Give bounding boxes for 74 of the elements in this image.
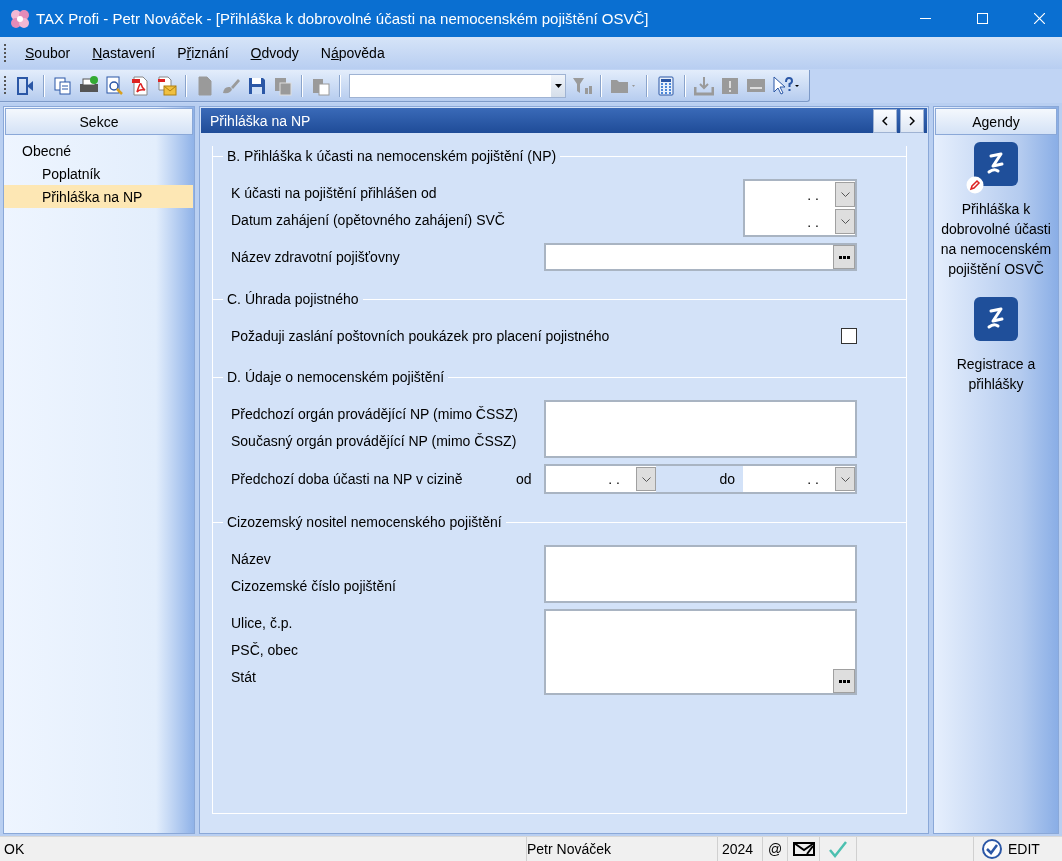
checkbox[interactable] <box>841 328 857 344</box>
menu-item[interactable]: Soubor <box>14 42 82 64</box>
window-title: TAX Profi - Petr Nováček - [Přihláška k dobrovolné účasti na nemocenském pojištění OSVČ] <box>36 10 650 27</box>
ellipsis-icon <box>838 255 850 259</box>
pdf-icon <box>131 75 151 96</box>
stacked-pages-icon <box>273 75 293 96</box>
field-label: Požaduji zaslání poštovních poukázek pro placení pojistného <box>231 326 610 346</box>
tree-item[interactable]: Obecné <box>4 139 193 162</box>
pencil-badge-icon <box>966 176 984 194</box>
section-title: Cizozemský nositel nemocenského pojištění <box>226 514 503 530</box>
previous-button[interactable] <box>873 108 897 133</box>
tree-item[interactable]: Přihláška na NP <box>4 185 193 208</box>
field-label: Ulice, č.p. <box>231 613 294 633</box>
maximize-icon <box>976 13 988 24</box>
filter-icon <box>572 75 592 96</box>
agenda-item[interactable]: Registrace a přihlášky <box>937 297 1055 394</box>
section-title: D. Údaje o nemocenském pojištění <box>226 369 446 385</box>
browse-button[interactable] <box>833 669 855 693</box>
calculator-icon <box>656 75 676 96</box>
field-label: od <box>516 471 533 487</box>
check-icon <box>828 840 848 858</box>
caret-icon <box>554 83 562 88</box>
panel-header: Agendy <box>935 108 1057 135</box>
chevron-down-icon <box>840 219 850 224</box>
agenda-item[interactable]: Přihláška k dobrovolné účasti na nemocenském pojištění OSVČ <box>937 142 1055 279</box>
next-button[interactable] <box>900 108 924 133</box>
magnifier-page-icon <box>105 75 125 96</box>
field-label: Předchozí doba účasti na NP v cizině <box>231 470 463 489</box>
text-area[interactable] <box>544 400 857 458</box>
menu-item[interactable]: Odvody <box>239 42 310 64</box>
section-title: C. Úhrada pojistného <box>226 291 360 307</box>
field-label: Předchozí orgán provádějící NP (mimo ČSSZ) <box>231 404 518 424</box>
menu-item[interactable]: Přiznání <box>166 42 240 64</box>
minimize-icon <box>919 18 931 19</box>
download-tray-icon <box>694 75 714 96</box>
field-label: Stát <box>231 667 257 687</box>
exclamation-icon <box>720 75 740 96</box>
text-area[interactable] <box>544 545 857 603</box>
blank-page-icon <box>195 75 215 96</box>
pdf-mail-icon <box>157 75 177 96</box>
signature-icon <box>974 142 1018 186</box>
field-label: Název zdravotní pojišťovny <box>231 247 400 267</box>
tree-item[interactable]: Poplatník <box>4 162 193 185</box>
check-circle-icon <box>982 839 1002 859</box>
status-user: Petr Nováček <box>527 841 612 857</box>
chevron-down-icon <box>840 192 850 197</box>
status-mode: EDIT <box>1008 841 1040 857</box>
field-label: Současný orgán provádějící NP (mimo ČSSZ) <box>231 431 518 451</box>
status-email: @ <box>767 841 783 857</box>
panel-header: Sekce <box>5 108 193 135</box>
status-year: 2024 <box>722 841 754 857</box>
lookup-field[interactable] <box>544 243 857 271</box>
dropdown-button[interactable] <box>551 74 565 97</box>
browse-button[interactable] <box>833 245 855 269</box>
field-label: Cizozemské číslo pojištění <box>231 576 396 596</box>
signature-icon <box>974 297 1018 341</box>
help-pointer-icon <box>772 75 800 96</box>
section-title: B. Přihláška k účasti na nemocenském pojištění (NP) <box>226 148 558 164</box>
chevron-right-icon <box>909 115 915 126</box>
ellipsis-icon <box>838 679 850 683</box>
chevron-left-icon <box>882 115 888 126</box>
field-label: PSČ, obec <box>231 640 298 660</box>
form-title: Přihláška na NP <box>210 112 312 129</box>
menu-item[interactable]: Nastavení <box>81 42 167 64</box>
field-label: Název <box>231 549 272 569</box>
door-icon <box>15 75 35 96</box>
status-message: OK <box>4 841 25 857</box>
address-field[interactable] <box>544 609 857 695</box>
app-logo-icon <box>10 8 30 29</box>
close-icon <box>1033 13 1045 24</box>
field-label: K účasti na pojištění přihlášen od <box>231 183 438 203</box>
copy-icon <box>53 75 73 96</box>
menu-item[interactable]: Nápověda <box>309 42 396 64</box>
field-label: Datum zahájení (opětovného zahájení) SVČ <box>231 210 505 230</box>
